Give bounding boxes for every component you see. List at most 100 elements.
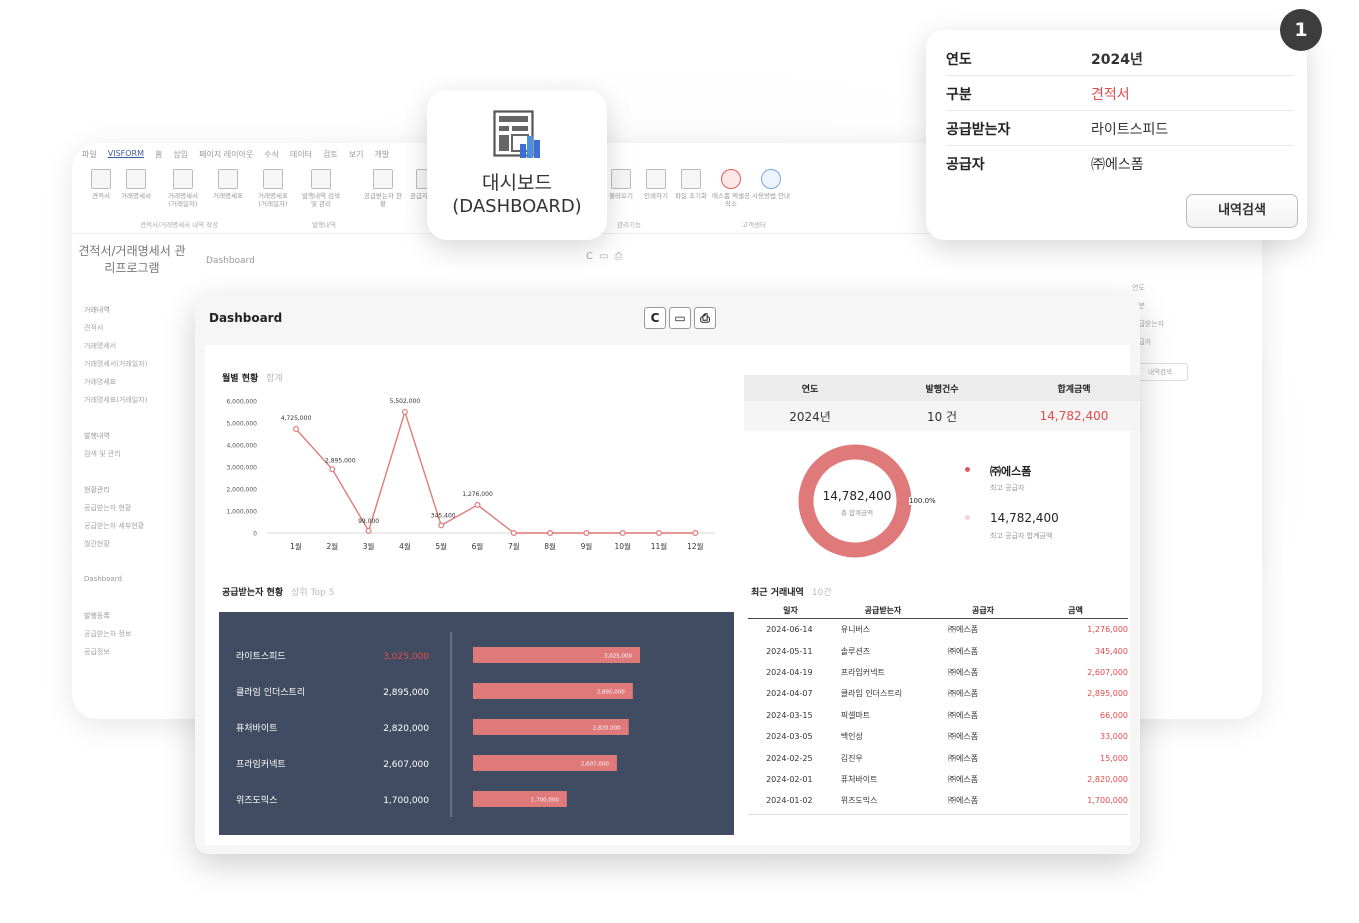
ribbon-group-label: 발행내역 xyxy=(312,221,336,229)
x-tick-label: 5월 xyxy=(435,541,447,551)
filter-year-value[interactable]: 2024년 xyxy=(1091,49,1143,69)
laptop-icon[interactable]: ▭ xyxy=(669,307,691,329)
ribbon-button[interactable]: 파일 초기화 xyxy=(672,169,710,200)
y-tick-label: 3,000,000 xyxy=(226,465,257,472)
legend-name: ㈜에스폼 xyxy=(990,465,1032,478)
back-search-button[interactable]: 내역검색 xyxy=(1132,363,1188,381)
table-row[interactable]: 2024-02-01 퓨처바이트 ㈜에스폼 2,820,000 xyxy=(748,769,1128,790)
back-sidebar-item[interactable]: 검색 및 관리 xyxy=(84,449,147,467)
table-icon xyxy=(373,169,393,189)
ribbon-tab[interactable]: 페이지 레이아웃 xyxy=(199,149,253,163)
donut-chart: 14,782,400 총 합계금액 xyxy=(798,444,912,558)
back-sidebar-item[interactable]: 발행내역 xyxy=(84,431,147,449)
back-sidebar-item[interactable]: 월간현황 xyxy=(84,539,147,557)
supplier-ranking-box: 라이트스피드 3,025,000 3,025,000 클라임 인더스트리 2,895,0… xyxy=(219,612,734,835)
back-sidebar-item[interactable]: 거래명세표 xyxy=(84,377,147,395)
back-sidebar-item[interactable]: 거래내역 xyxy=(84,305,147,323)
back-sidebar-item[interactable]: 공급받는자 세부현황 xyxy=(84,521,147,539)
table-row[interactable]: 2024-03-05 백인성 ㈜에스폼 33,000 xyxy=(748,726,1128,747)
col-supplier-header: 공급자 xyxy=(971,605,995,615)
cell-supplier: ㈜에스폼 xyxy=(948,667,979,677)
ribbon-tabs: 파일 VISFORM 홈 삽입 페이지 레이아웃 수식 데이터 검토 보기 개발 xyxy=(82,149,389,163)
app-title: 견적서/거래명세서 관리프로그램 xyxy=(78,244,186,275)
cell-amount: 2,895,000 xyxy=(1087,689,1128,699)
print-icon[interactable]: ⎙ xyxy=(694,307,716,329)
cell-amount: 15,000 xyxy=(1100,753,1128,763)
summary-header-total: 합계금액 xyxy=(1057,384,1091,395)
refresh-icon[interactable]: C xyxy=(586,251,599,262)
back-sidebar-item[interactable]: 공급정보 xyxy=(84,647,147,665)
table-row[interactable]: 2024-03-15 픽셀마트 ㈜에스폼 66,000 xyxy=(748,705,1128,726)
point-label: 345,400 xyxy=(431,512,456,519)
table-row[interactable]: 2024-05-11 솔루션즈 ㈜에스폼 345,400 xyxy=(748,640,1128,661)
table-row[interactable]: 2024-02-25 김진우 ㈜에스폼 15,000 xyxy=(748,747,1128,768)
ribbon-tab[interactable]: 수식 xyxy=(264,149,279,163)
ribbon-group-label: 관리기능 xyxy=(617,221,641,229)
filter-supplier-value[interactable]: ㈜에스폼 xyxy=(1091,154,1144,174)
back-sidebar-item[interactable]: 공급받는자 현황 xyxy=(84,503,147,521)
col-buyer-header: 공급받는자 xyxy=(864,605,902,615)
ribbon-tab[interactable]: 홈 xyxy=(155,149,162,163)
ribbon-button[interactable]: 불러오기 xyxy=(602,169,640,200)
ribbon-button[interactable]: 견적서 xyxy=(82,169,120,200)
search-history-button[interactable]: 내역검색 xyxy=(1186,194,1298,228)
ribbon-button[interactable]: 발행내역 검색 및 관리 xyxy=(302,169,340,208)
ribbon-button[interactable]: 인쇄하기 xyxy=(637,169,675,200)
back-sidebar-item[interactable]: 공급받는자 정보 xyxy=(84,629,147,647)
ribbon-tab[interactable]: 개발 xyxy=(374,149,389,163)
back-sidebar-item[interactable]: 발행등록 xyxy=(84,611,147,629)
filter-row-year: 연도 2024년 xyxy=(946,40,1294,76)
recent-subtitle: 10건 xyxy=(811,588,832,598)
ribbon-tab[interactable]: 파일 xyxy=(82,149,97,163)
ribbon-button[interactable]: 거래명세서 (거래일자) xyxy=(164,169,202,208)
ribbon-button[interactable]: 에스폼 엑셀공작소 xyxy=(712,169,750,208)
ribbon-tab[interactable]: 보기 xyxy=(349,149,364,163)
document-icon xyxy=(311,169,331,189)
bar-inner-label: 1,700,000 xyxy=(531,798,559,804)
document-icon xyxy=(126,169,146,189)
table-row[interactable]: 2024-06-14 유니버스 ㈜에스폼 1,276,000 xyxy=(748,619,1128,640)
ribbon-button[interactable]: 거래명세서 xyxy=(117,169,155,200)
document-icon xyxy=(218,169,238,189)
x-tick-label: 6월 xyxy=(472,541,484,551)
summary-table: 연도 발행건수 합계금액 2024년 10 건 14,782,400 xyxy=(744,375,1140,431)
back-sidebar-item[interactable]: 거래명세서 xyxy=(84,341,147,359)
table-row[interactable]: 2024-01-02 위즈도믹스 ㈜에스폼 1,700,000 xyxy=(748,790,1128,811)
laptop-icon[interactable]: ▭ xyxy=(599,251,614,262)
back-sidebar-item[interactable]: 견적서 xyxy=(84,323,147,341)
back-sidebar-item[interactable]: Dashboard xyxy=(84,575,147,593)
bar-value-label: 2,895,000 xyxy=(383,688,429,698)
back-sidebar: 거래내역 견적서 거래명세서 거래명세서(거래일자) 거래명세표 거래명세표(거래일자) 발… xyxy=(84,305,147,665)
cell-buyer: 퓨처바이트 xyxy=(840,774,878,784)
ribbon-tab[interactable]: 데이터 xyxy=(290,149,312,163)
callout-title-korean: 대시보드 xyxy=(482,172,552,194)
ribbon-tab[interactable]: VISFORM xyxy=(108,149,144,163)
back-sidebar-item[interactable]: 거래명세서(거래일자) xyxy=(84,359,147,377)
refresh-icon[interactable]: C xyxy=(644,307,666,329)
ribbon-button[interactable]: 거래명세표 xyxy=(209,169,247,200)
ribbon-tab[interactable]: 삽입 xyxy=(173,149,188,163)
table-row[interactable]: 2024-04-19 프라임커넥트 ㈜에스폼 2,607,000 xyxy=(748,662,1128,683)
ribbon-button[interactable]: 사용방법 안내 xyxy=(752,169,790,200)
info-icon xyxy=(761,169,781,189)
ribbon-tab[interactable]: 검토 xyxy=(323,149,338,163)
filter-buyer-value[interactable]: 라이트스피드 xyxy=(1091,119,1168,139)
ribbon-button-label: 에스폼 엑셀공작소 xyxy=(712,192,750,208)
ribbon-button[interactable]: 거래명세표 (거래일자) xyxy=(254,169,292,208)
y-tick-label: 2,000,000 xyxy=(226,487,257,494)
cell-buyer: 김진우 xyxy=(840,753,863,763)
x-tick-label: 12월 xyxy=(687,541,704,551)
cell-date: 2024-03-15 xyxy=(766,710,813,720)
y-tick-label: 6,000,000 xyxy=(226,399,257,406)
print-icon[interactable]: ⎙ xyxy=(614,251,628,262)
cell-supplier: ㈜에스폼 xyxy=(948,732,979,742)
filter-type-value[interactable]: 견적서 xyxy=(1091,84,1130,104)
bar-inner-label: 3,025,000 xyxy=(604,654,632,660)
step-badge: 1 xyxy=(1280,9,1322,51)
summary-header-count: 발행건수 xyxy=(925,384,959,395)
ribbon-button[interactable]: 공급받는자 현황 xyxy=(364,169,402,208)
table-row[interactable]: 2024-04-07 클라임 인더스트리 ㈜에스폼 2,895,000 xyxy=(748,683,1128,704)
cell-buyer: 위즈도믹스 xyxy=(840,796,878,806)
back-sidebar-item[interactable]: 현황관리 xyxy=(84,485,147,503)
back-sidebar-item[interactable]: 거래명세표(거래일자) xyxy=(84,395,147,413)
